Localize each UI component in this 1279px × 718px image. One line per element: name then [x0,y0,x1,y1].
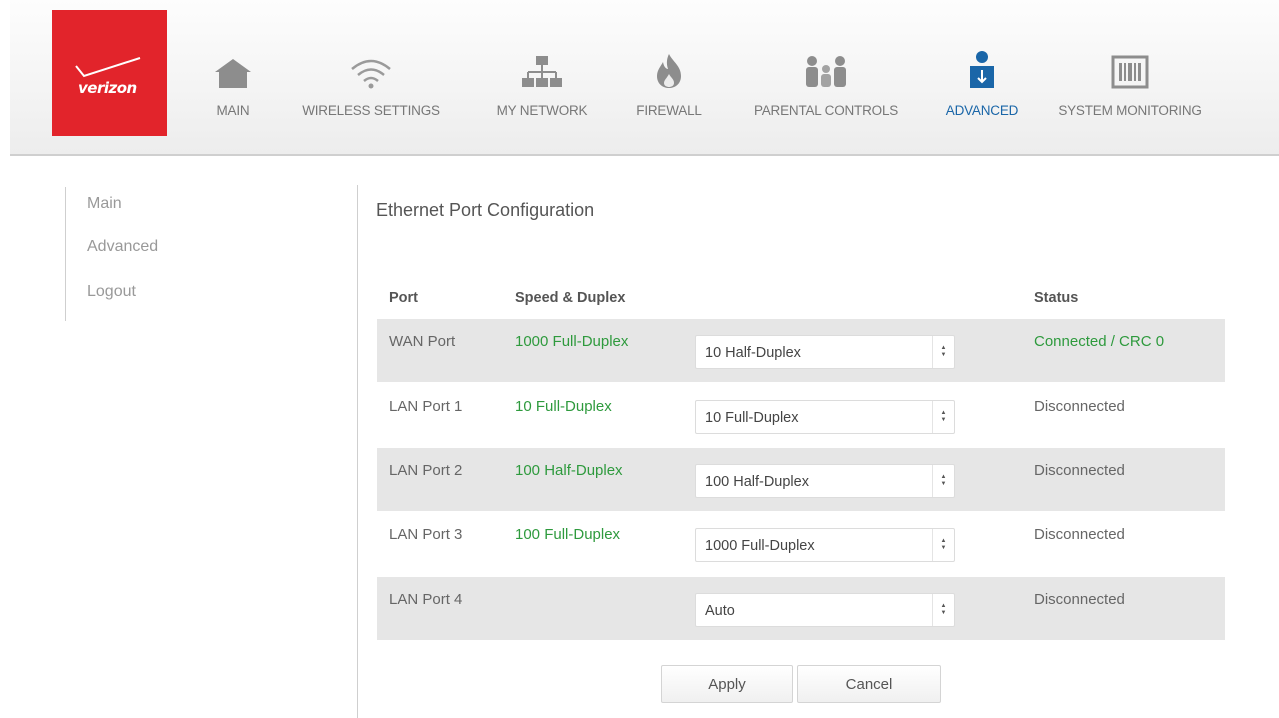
select-value: 10 Full-Duplex [705,410,799,426]
header-port: Port [389,290,418,306]
nav-label: WIRELESS SETTINGS [302,103,440,118]
nav-wireless-settings[interactable]: WIRELESS SETTINGS [286,48,456,118]
nav-system-monitoring[interactable]: SYSTEM MONITORING [1040,48,1220,118]
nav-label: MY NETWORK [496,103,588,118]
flame-icon [657,54,681,88]
apply-button[interactable]: Apply [661,665,793,703]
port-name: LAN Port 2 [389,462,463,479]
sidebar-item-logout[interactable]: Logout [87,283,136,301]
port-status: Disconnected [1034,398,1125,415]
nav-label: MAIN [216,103,250,118]
nav-label: FIREWALL [636,103,702,118]
select-arrows-icon: ▲ ▼ [932,401,954,433]
house-icon [215,59,251,88]
port-name: WAN Port [389,333,456,350]
duplex-select[interactable]: 1000 Full-Duplex ▲ ▼ [695,528,955,562]
port-speed: 10 Full-Duplex [515,398,612,415]
select-value: 10 Half-Duplex [705,345,801,361]
sidebar: Main Advanced Logout [65,187,265,321]
page-title: Ethernet Port Configuration [376,200,595,220]
table-row: LAN Port 1 10 Full-Duplex 10 Full-Duplex… [377,384,1225,447]
select-value: 100 Half-Duplex [705,474,809,490]
header-status: Status [1034,290,1079,306]
header-speed-duplex: Speed & Duplex [515,290,626,306]
cancel-button[interactable]: Cancel [797,665,941,703]
port-speed: 1000 Full-Duplex [515,333,629,350]
port-speed: 100 Half-Duplex [515,462,623,479]
wifi-icon [351,59,391,89]
table-row: WAN Port 1000 Full-Duplex 10 Half-Duplex… [377,319,1225,382]
nav-parental-controls[interactable]: PARENTAL CONTROLS [736,48,916,118]
port-name: LAN Port 1 [389,398,463,415]
port-status: Disconnected [1034,526,1125,543]
verizon-check-icon [75,57,141,78]
duplex-select[interactable]: Auto ▲ ▼ [695,593,955,627]
duplex-select[interactable]: 10 Full-Duplex ▲ ▼ [695,400,955,434]
table-row: LAN Port 4 Auto ▲ ▼ Disconnected [377,577,1225,640]
select-value: 1000 Full-Duplex [705,538,815,554]
sidebar-item-advanced[interactable]: Advanced [87,238,158,256]
advanced-user-icon [970,51,994,88]
select-arrows-icon: ▲ ▼ [932,529,954,561]
port-speed: 100 Full-Duplex [515,526,621,543]
top-header: verizon MAIN WIRELESS SETTINGS MY NETWOR… [10,0,1279,156]
select-arrows-icon: ▲ ▼ [932,594,954,626]
nav-my-network[interactable]: MY NETWORK [482,48,602,118]
port-status: Connected / CRC 0 [1034,333,1165,350]
sidebar-item-main[interactable]: Main [87,195,122,213]
monitor-icon [1111,55,1149,89]
nav-label: PARENTAL CONTROLS [753,103,899,118]
table-row: LAN Port 2 100 Half-Duplex 100 Half-Dupl… [377,448,1225,511]
nav-label: ADVANCED [945,103,1019,118]
duplex-select[interactable]: 100 Half-Duplex ▲ ▼ [695,464,955,498]
family-icon [806,56,846,87]
verizon-logo[interactable]: verizon [52,10,167,136]
select-arrows-icon: ▲ ▼ [932,465,954,497]
port-status: Disconnected [1034,462,1125,479]
port-status: Disconnected [1034,591,1125,608]
nav-advanced[interactable]: ADVANCED [932,48,1032,118]
duplex-select[interactable]: 10 Half-Duplex ▲ ▼ [695,335,955,369]
select-arrows-icon: ▲ ▼ [932,336,954,368]
select-value: Auto [705,603,735,619]
port-name: LAN Port 4 [389,591,463,608]
logo-text: verizon [78,79,137,97]
port-name: LAN Port 3 [389,526,463,543]
network-icon [522,56,562,87]
nav-main[interactable]: MAIN [198,48,268,118]
nav-label: SYSTEM MONITORING [1058,103,1202,118]
content-divider [357,185,358,718]
nav-firewall[interactable]: FIREWALL [625,48,713,118]
table-row: LAN Port 3 100 Full-Duplex 1000 Full-Dup… [377,512,1225,575]
